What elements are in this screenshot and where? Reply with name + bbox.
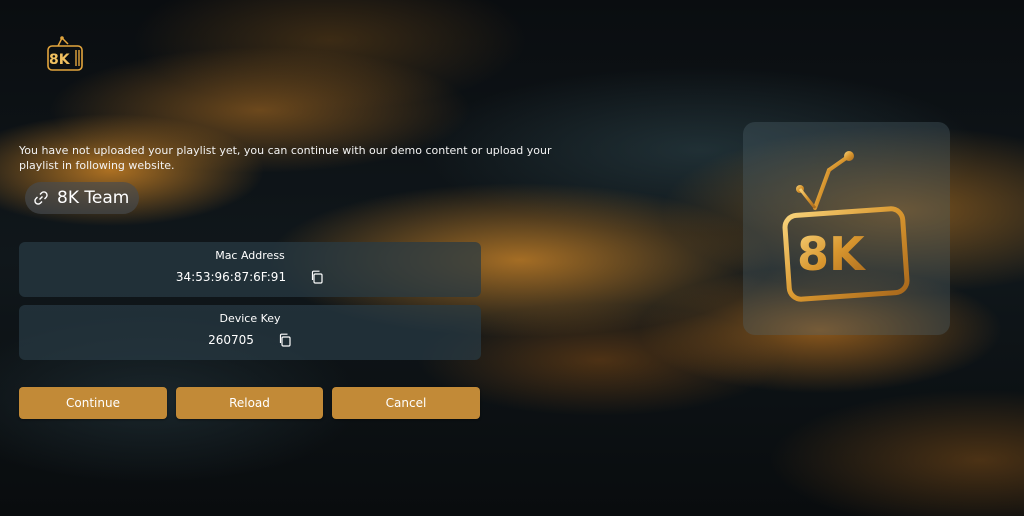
device-key-card: Device Key 260705 (19, 305, 481, 360)
tv-logo-icon: 8K (782, 151, 910, 302)
playlist-message: You have not uploaded your playlist yet,… (19, 144, 552, 172)
mac-address-label: Mac Address (215, 249, 285, 262)
copy-icon[interactable] (278, 333, 292, 347)
svg-text:8K: 8K (797, 227, 867, 281)
mac-address-card: Mac Address 34:53:96:87:6F:91 (19, 242, 481, 297)
cancel-button[interactable]: Cancel (332, 387, 480, 419)
website-link[interactable]: 8K Team (25, 182, 140, 214)
copy-icon[interactable] (310, 270, 324, 284)
reload-button[interactable]: Reload (176, 387, 323, 419)
svg-text:8K: 8K (49, 52, 71, 68)
device-key-label: Device Key (219, 312, 281, 325)
mac-address-value: 34:53:96:87:6F:91 (175, 270, 287, 284)
link-icon (34, 191, 48, 205)
device-key-value: 260705 (208, 333, 254, 347)
app-logo: 8K (44, 34, 88, 74)
website-link-label: 8K Team (57, 188, 130, 208)
logo-panel: 8K (743, 122, 950, 335)
continue-button[interactable]: Continue (19, 387, 167, 419)
